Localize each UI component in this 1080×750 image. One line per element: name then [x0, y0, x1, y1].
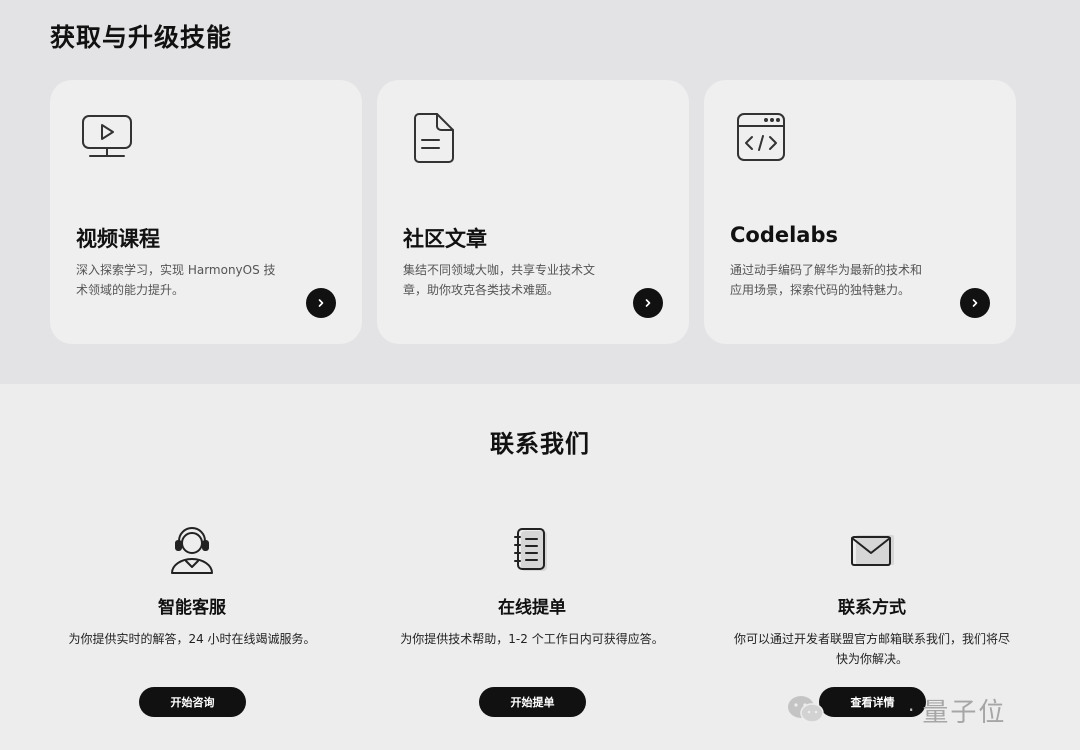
contact-smart-service: 智能客服 为你提供实时的解答，24 小时在线竭诚服务。 开始咨询: [22, 525, 362, 725]
contact-title: 联系我们: [490, 430, 590, 458]
card-community-articles[interactable]: 社区文章 集结不同领域大咖，共享专业技术文章，助你攻克各类技术难题。: [377, 80, 689, 344]
watermark-separator: ·: [908, 698, 915, 722]
card-title: 社区文章: [403, 227, 487, 251]
card-description: 深入探索学习，实现 HarmonyOS 技术领域的能力提升。: [76, 263, 276, 297]
card-arrow-button[interactable]: [960, 288, 990, 318]
card-arrow-button[interactable]: [633, 288, 663, 318]
contact-description: 为你提供技术帮助，1-2 个工作日内可获得应答。: [400, 632, 664, 646]
chevron-right-icon: [972, 299, 978, 307]
contact-name: 在线提单: [498, 598, 566, 618]
watermark: · 量子位: [786, 690, 1056, 730]
contact-name: 智能客服: [158, 598, 226, 618]
wechat-icon: [788, 696, 824, 723]
chevron-right-icon: [318, 299, 324, 307]
card-description: 集结不同领域大咖，共享专业技术文章，助你攻克各类技术难题。: [403, 263, 596, 297]
card-arrow-button[interactable]: [306, 288, 336, 318]
contact-name: 联系方式: [838, 598, 906, 618]
notebook-icon: [514, 528, 547, 571]
code-window-icon: [737, 113, 785, 161]
start-ticket-button[interactable]: 开始提单: [479, 687, 586, 717]
card-description: 通过动手编码了解华为最新的技术和应用场景，探索代码的独特魅力。: [730, 263, 923, 297]
card-title: Codelabs: [730, 223, 839, 247]
mail-icon: [851, 535, 894, 566]
start-consult-button[interactable]: 开始咨询: [139, 687, 246, 717]
video-screen-icon: [82, 115, 132, 157]
contact-description: 为你提供实时的解答，24 小时在线竭诚服务。: [68, 632, 316, 646]
card-title: 视频课程: [76, 227, 160, 251]
document-icon: [414, 113, 454, 163]
chevron-right-icon: [645, 299, 651, 307]
customer-service-icon: [171, 527, 213, 574]
card-video-courses[interactable]: 视频课程 深入探索学习，实现 HarmonyOS 技术领域的能力提升。: [50, 80, 362, 344]
contact-description: 你可以通过开发者联盟官方邮箱联系我们，我们将尽快为你解决。: [733, 632, 1010, 666]
contact-online-ticket: 在线提单 为你提供技术帮助，1-2 个工作日内可获得应答。 开始提单: [362, 525, 702, 725]
skills-title: 获取与升级技能: [50, 23, 233, 52]
card-codelabs[interactable]: Codelabs 通过动手编码了解华为最新的技术和应用场景，探索代码的独特魅力。: [704, 80, 1016, 344]
watermark-text: 量子位: [922, 697, 1007, 728]
